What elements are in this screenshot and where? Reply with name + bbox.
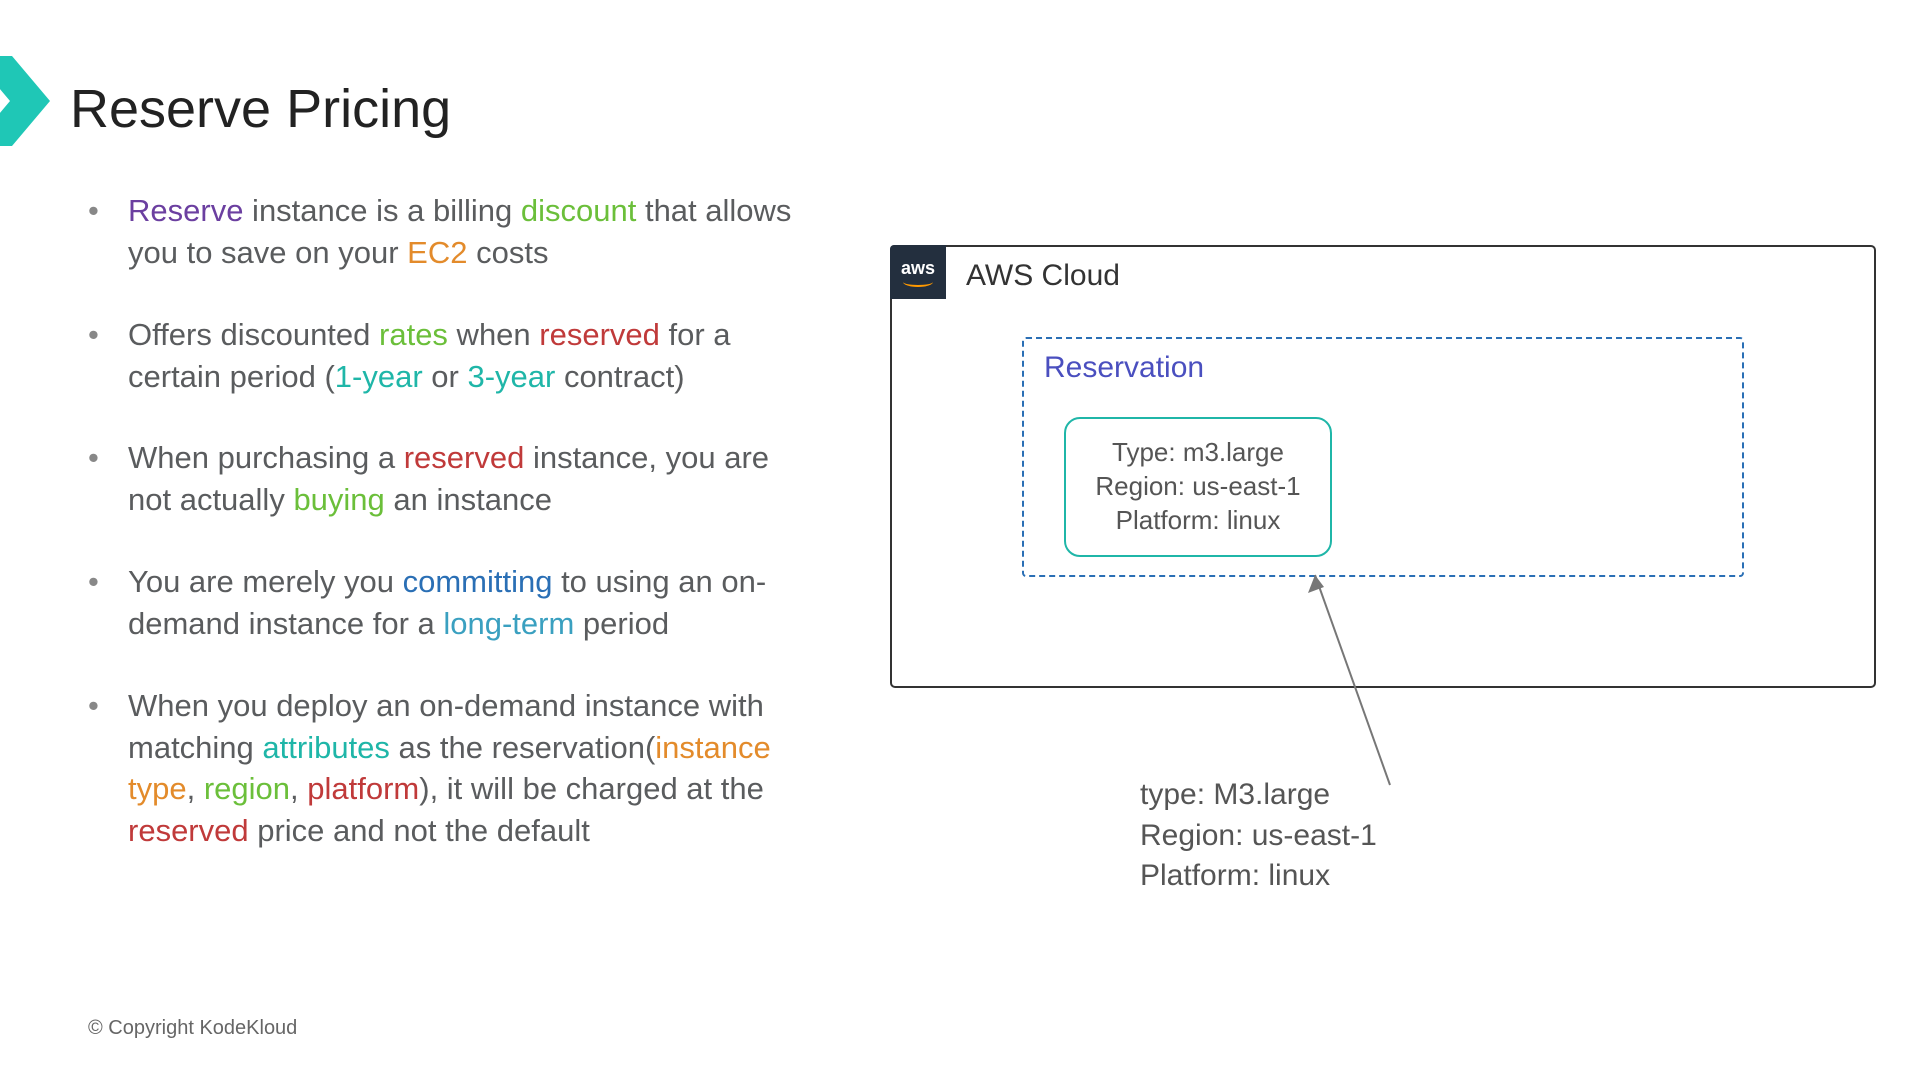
bullet-5: When you deploy an on-demand instance wi… bbox=[80, 685, 800, 852]
bullet-3-buying: buying bbox=[293, 482, 384, 517]
slide-title: Reserve Pricing bbox=[70, 78, 451, 140]
card-platform: Platform: linux bbox=[1116, 504, 1281, 538]
bullet-2-rates: rates bbox=[379, 317, 448, 352]
caption-platform: Platform: linux bbox=[1140, 856, 1377, 897]
reservation-box: Reservation Type: m3.large Region: us-ea… bbox=[1022, 337, 1744, 577]
bullet-5-attributes: attributes bbox=[262, 730, 390, 765]
aws-diagram: aws AWS Cloud Reservation Type: m3.large… bbox=[890, 245, 1880, 705]
bullet-2-3year: 3-year bbox=[467, 359, 555, 394]
reserved-instance-card: Type: m3.large Region: us-east-1 Platfor… bbox=[1064, 417, 1332, 557]
aws-smile-icon bbox=[903, 277, 933, 287]
caption-region: Region: us-east-1 bbox=[1140, 816, 1377, 857]
card-type: Type: m3.large bbox=[1112, 436, 1284, 470]
bullet-1-ec2: EC2 bbox=[407, 235, 467, 270]
bullet-1-discount: discount bbox=[521, 193, 636, 228]
bullet-4: You are merely you committing to using a… bbox=[80, 561, 800, 645]
bullet-5-reserved: reserved bbox=[128, 813, 249, 848]
caption-type: type: M3.large bbox=[1140, 775, 1377, 816]
bullet-5-region: region bbox=[204, 771, 290, 806]
aws-cloud-title: AWS Cloud bbox=[966, 259, 1120, 293]
instance-caption: type: M3.large Region: us-east-1 Platfor… bbox=[1140, 775, 1377, 897]
bullet-4-committing: committing bbox=[403, 564, 553, 599]
aws-cloud-box: aws AWS Cloud Reservation Type: m3.large… bbox=[890, 245, 1876, 688]
bullet-4-longterm: long-term bbox=[443, 606, 574, 641]
bullet-list: Reserve instance is a billing discount t… bbox=[80, 190, 800, 892]
bullet-3-reserved: reserved bbox=[404, 440, 525, 475]
bullet-2: Offers discounted rates when reserved fo… bbox=[80, 314, 800, 398]
aws-logo-text: aws bbox=[901, 258, 935, 279]
bullet-3: When purchasing a reserved instance, you… bbox=[80, 437, 800, 521]
reservation-title: Reservation bbox=[1044, 351, 1204, 385]
aws-logo-icon: aws bbox=[890, 245, 946, 299]
bullet-2-reserved: reserved bbox=[539, 317, 660, 352]
copyright-text: © Copyright KodeKloud bbox=[88, 1017, 297, 1040]
bullet-1-reserve: Reserve bbox=[128, 193, 243, 228]
bullet-1: Reserve instance is a billing discount t… bbox=[80, 190, 800, 274]
bullet-5-platform: platform bbox=[307, 771, 419, 806]
bullet-2-1year: 1-year bbox=[335, 359, 423, 394]
card-region: Region: us-east-1 bbox=[1095, 470, 1300, 504]
